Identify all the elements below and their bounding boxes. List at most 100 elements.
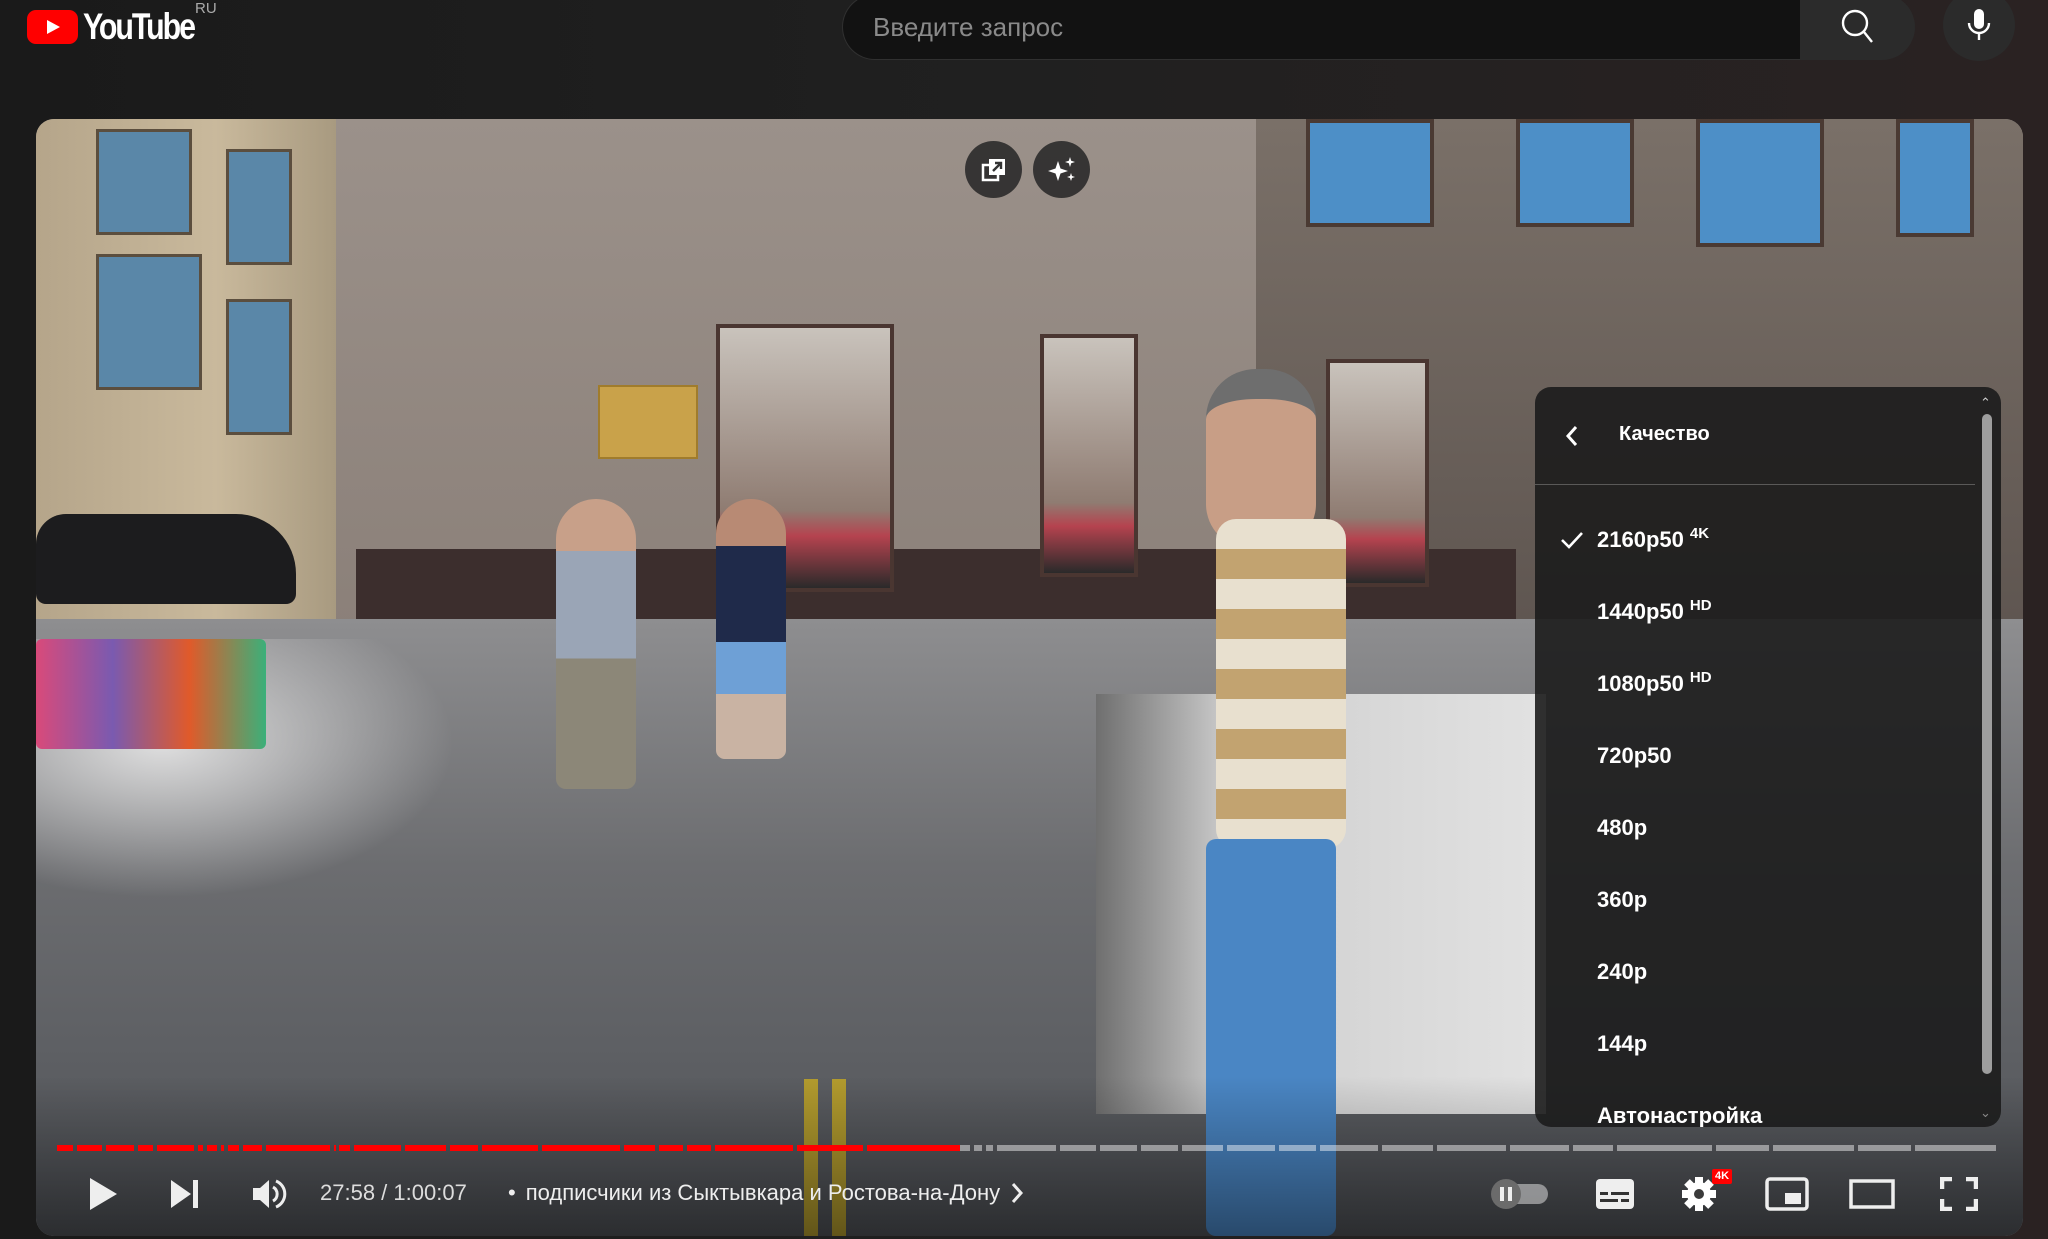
chapter-segment[interactable] xyxy=(157,1145,195,1151)
miniplayer-button[interactable] xyxy=(1762,1171,1812,1217)
played-fill xyxy=(714,1145,793,1151)
chapter-segment[interactable] xyxy=(221,1145,225,1151)
played-fill xyxy=(686,1145,711,1151)
quality-menu-header[interactable]: Качество xyxy=(1535,387,1975,485)
volume-button[interactable] xyxy=(244,1171,294,1217)
played-fill xyxy=(228,1145,240,1151)
chapter-segment[interactable] xyxy=(1572,1145,1614,1151)
quality-option[interactable]: 240p xyxy=(1535,937,1975,1009)
chapter-separator: • xyxy=(508,1180,516,1205)
chapter-segment[interactable] xyxy=(1382,1145,1433,1151)
chapter-segment[interactable] xyxy=(658,1145,683,1151)
fullscreen-button[interactable] xyxy=(1936,1171,1982,1217)
search-box xyxy=(842,0,1800,60)
chapter-segment[interactable] xyxy=(1181,1145,1223,1151)
chapter-segment[interactable] xyxy=(1141,1145,1178,1151)
quality-option[interactable]: 2160p50 4K xyxy=(1535,505,1975,577)
search-button[interactable] xyxy=(1800,0,1915,60)
played-fill xyxy=(77,1145,103,1151)
chapter-segment[interactable] xyxy=(1319,1145,1379,1151)
fullscreen-icon xyxy=(1940,1177,1978,1211)
video-player[interactable]: 27:58 / 1:00:07 • подписчики из Сыктывка… xyxy=(36,119,2023,1236)
chapter-segment[interactable] xyxy=(450,1145,479,1151)
chapter-segment[interactable] xyxy=(1226,1145,1276,1151)
search-input[interactable] xyxy=(873,0,1773,59)
chapter-segment[interactable] xyxy=(57,1145,74,1151)
chapter-segment[interactable] xyxy=(686,1145,711,1151)
quality-option[interactable]: 144p xyxy=(1535,1009,1975,1081)
play-icon xyxy=(90,1178,117,1210)
chapter-segment[interactable] xyxy=(106,1145,135,1151)
played-fill xyxy=(796,1145,863,1151)
played-fill xyxy=(138,1145,154,1151)
chapter-segment[interactable] xyxy=(138,1145,154,1151)
played-fill xyxy=(207,1145,218,1151)
subtitles-button[interactable] xyxy=(1592,1171,1638,1217)
chapter-segment[interactable] xyxy=(334,1145,337,1151)
quality-menu-title: Качество xyxy=(1619,423,1710,445)
chapter-segment[interactable] xyxy=(207,1145,218,1151)
chapter-segment[interactable] xyxy=(266,1145,331,1151)
chapter-segment[interactable] xyxy=(1858,1145,1911,1151)
menu-scrollbar[interactable] xyxy=(1982,414,1992,1074)
next-button[interactable] xyxy=(162,1171,208,1217)
voice-search-button[interactable] xyxy=(1943,0,2015,61)
chapter-segment[interactable] xyxy=(339,1145,351,1151)
chapter-segment[interactable] xyxy=(1059,1145,1097,1151)
current-time: 27:58 xyxy=(320,1180,376,1205)
quality-badge: 4K xyxy=(1712,1169,1733,1184)
chapter-segment[interactable] xyxy=(243,1145,263,1151)
autoplay-toggle[interactable] xyxy=(1488,1171,1552,1217)
chapter-segment[interactable] xyxy=(1279,1145,1316,1151)
search-icon xyxy=(1841,9,1873,43)
quality-option-label: 1440p50 HD xyxy=(1597,597,1712,624)
quality-option[interactable]: 480p xyxy=(1535,793,1975,865)
chapter-segment[interactable] xyxy=(1772,1145,1855,1151)
open-in-new-window-button[interactable] xyxy=(965,141,1022,198)
chapter-segment[interactable] xyxy=(866,1145,970,1151)
theater-mode-icon xyxy=(1849,1179,1895,1209)
progress-bar[interactable] xyxy=(57,1145,2000,1151)
chapter-segment[interactable] xyxy=(405,1145,447,1151)
quality-option[interactable]: 720p50 xyxy=(1535,721,1975,793)
scroll-down-icon[interactable]: ⌄ xyxy=(1980,1105,1991,1121)
played-fill xyxy=(482,1145,538,1151)
played-fill xyxy=(157,1145,195,1151)
chapter-segment[interactable] xyxy=(1100,1145,1138,1151)
chapter-segment[interactable] xyxy=(541,1145,620,1151)
quality-option[interactable]: Автонастройка xyxy=(1535,1081,1975,1127)
miniplayer-icon xyxy=(1765,1177,1809,1211)
chapter-segment[interactable] xyxy=(996,1145,1056,1151)
quality-option[interactable]: 1080p50 HD xyxy=(1535,649,1975,721)
chapter-segment[interactable] xyxy=(77,1145,103,1151)
chapter-segment[interactable] xyxy=(354,1145,402,1151)
quality-option-label: 480p xyxy=(1597,815,1648,840)
theater-mode-button[interactable] xyxy=(1846,1171,1898,1217)
chapter-segment[interactable] xyxy=(1617,1145,1713,1151)
chapter-segment[interactable] xyxy=(796,1145,863,1151)
back-chevron-icon[interactable] xyxy=(1565,425,1579,447)
quality-option[interactable]: 1440p50 HD xyxy=(1535,577,1975,649)
quality-option-badge: 4K xyxy=(1689,525,1710,542)
chapter-segment[interactable] xyxy=(1436,1145,1507,1151)
play-button[interactable] xyxy=(80,1171,126,1217)
scroll-up-icon[interactable]: ⌃ xyxy=(1980,395,1991,411)
chapter-segment[interactable] xyxy=(1716,1145,1769,1151)
ai-assistant-button[interactable] xyxy=(1033,141,1090,198)
chapter-button[interactable]: • подписчики из Сыктывкара и Ростова-на-… xyxy=(508,1180,1024,1206)
chapter-segment[interactable] xyxy=(482,1145,538,1151)
chapter-segment[interactable] xyxy=(1914,1145,1996,1151)
chapter-segment[interactable] xyxy=(1510,1145,1569,1151)
quality-menu: Качество 2160p50 4K 1440p50 HD 1080p50 HD 720p… xyxy=(1535,387,2001,1127)
quality-option[interactable]: 360p xyxy=(1535,865,1975,937)
chapter-segment[interactable] xyxy=(198,1145,204,1151)
youtube-logo[interactable]: YouTube xyxy=(27,6,218,47)
quality-option-label: 1080p50 HD xyxy=(1597,669,1712,696)
chapter-segment[interactable] xyxy=(228,1145,240,1151)
chapter-segment[interactable] xyxy=(714,1145,793,1151)
chapter-segment[interactable] xyxy=(985,1145,993,1151)
played-fill xyxy=(541,1145,620,1151)
played-fill xyxy=(623,1145,655,1151)
chapter-segment[interactable] xyxy=(973,1145,982,1151)
chapter-segment[interactable] xyxy=(623,1145,655,1151)
